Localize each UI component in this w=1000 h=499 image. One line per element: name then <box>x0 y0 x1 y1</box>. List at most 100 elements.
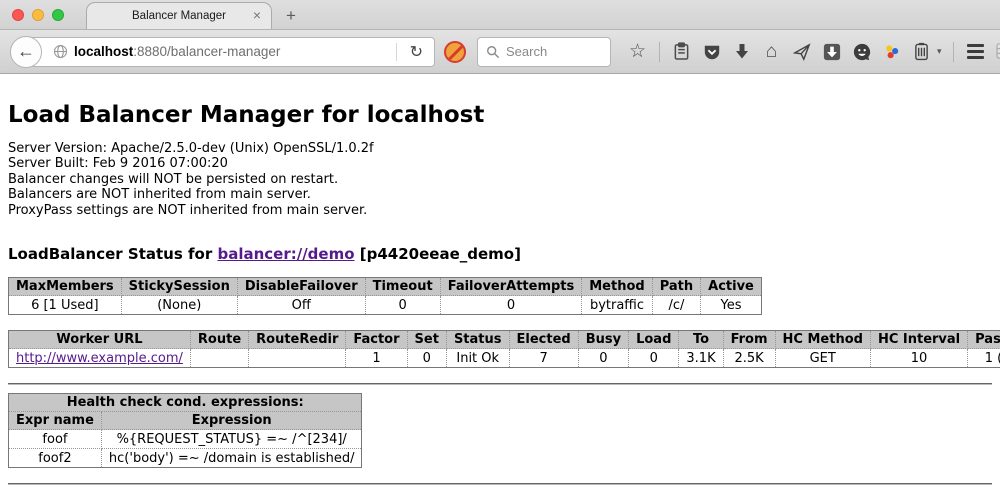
col-worker-url: Worker URL <box>9 331 191 349</box>
site-identity-globe-icon[interactable] <box>53 44 68 59</box>
new-tab-button[interactable]: + <box>286 6 296 26</box>
col-path: Path <box>652 278 700 296</box>
video-download-icon[interactable] <box>821 41 842 63</box>
url-bar[interactable]: localhost:8880/balancer-manager ↻ <box>26 37 435 67</box>
search-icon <box>486 45 500 59</box>
col-hc-method: HC Method <box>775 331 870 349</box>
col-set: Set <box>407 331 446 349</box>
col-status: Status <box>446 331 509 349</box>
bookmark-star-icon[interactable]: ☆ <box>627 41 648 63</box>
maximize-window-button[interactable] <box>52 9 64 21</box>
url-domain: localhost <box>74 44 133 59</box>
status-prefix: LoadBalancer Status for <box>8 245 217 263</box>
col-to: To <box>679 331 723 349</box>
page-content: Load Balancer Manager for localhost Serv… <box>0 74 1000 499</box>
col-routeredir: RouteRedir <box>249 331 346 349</box>
pocket-icon[interactable] <box>701 41 722 63</box>
cell-status: Init Ok <box>446 349 509 368</box>
send-plane-icon[interactable] <box>791 41 812 63</box>
persist-notice-line: Balancer changes will NOT be persisted o… <box>8 172 992 187</box>
chat-smiley-icon[interactable] <box>851 41 872 63</box>
health-check-table: Health check cond. expressions: Expr nam… <box>8 393 362 468</box>
downloads-icon[interactable] <box>731 41 752 63</box>
cell-busy: 0 <box>578 349 628 368</box>
table-row: http://www.example.com/ 1 0 Init Ok 7 0 … <box>9 349 1000 368</box>
col-hc-interval: HC Interval <box>870 331 967 349</box>
table-header-row: MaxMembers StickySession DisableFailover… <box>9 278 762 296</box>
url-text[interactable]: localhost:8880/balancer-manager <box>74 44 390 59</box>
balancer-demo-link[interactable]: balancer://demo <box>217 245 354 263</box>
search-placeholder: Search <box>506 44 547 59</box>
table-header-row: Expr name Expression <box>9 412 362 430</box>
cell-failoverattempts: 0 <box>440 296 582 315</box>
tab-groups-icon[interactable] <box>995 41 1000 63</box>
server-built-line: Server Built: Feb 9 2016 07:00:20 <box>8 156 992 171</box>
bookmarks-clipboard-icon[interactable] <box>671 41 692 63</box>
reload-button[interactable]: ↻ <box>403 42 430 62</box>
toolbar-divider <box>953 42 954 62</box>
tab-title: Balancer Manager <box>132 10 226 22</box>
cell-from: 2.5K <box>723 349 775 368</box>
col-maxmembers: MaxMembers <box>9 278 122 296</box>
back-arrow-icon: ← <box>17 41 35 62</box>
col-route: Route <box>190 331 248 349</box>
table-header-row: Worker URL Route RouteRedir Factor Set S… <box>9 331 1000 349</box>
table-row: foof %{REQUEST_STATUS} =~ /^[234]/ <box>9 430 362 449</box>
plugin-blocked-icon[interactable] <box>444 41 466 63</box>
worker-url-link[interactable]: http://www.example.com/ <box>16 351 183 366</box>
server-version-line: Server Version: Apache/2.5.0-dev (Unix) … <box>8 141 992 156</box>
col-active: Active <box>701 278 762 296</box>
menu-icon[interactable] <box>965 41 986 63</box>
cell-maxmembers: 6 [1 Used] <box>9 296 122 315</box>
url-path: :8880/balancer-manager <box>133 44 280 59</box>
col-factor: Factor <box>346 331 407 349</box>
cell-path: /c/ <box>652 296 700 315</box>
section-divider <box>8 383 992 385</box>
cell-load: 0 <box>629 349 679 368</box>
cell-timeout: 0 <box>365 296 440 315</box>
window-titlebar: Balancer Manager × + <box>0 0 1000 30</box>
colored-dots-extension-icon[interactable] <box>881 41 902 63</box>
cell-route <box>190 349 248 368</box>
cell-hc-interval: 10 <box>870 349 967 368</box>
cell-expr-name: foof <box>9 430 102 449</box>
cell-routeredir <box>249 349 346 368</box>
urlbar-divider <box>396 43 397 61</box>
close-window-button[interactable] <box>12 9 24 21</box>
minimize-window-button[interactable] <box>32 9 44 21</box>
chevron-down-icon[interactable]: ▾ <box>937 46 942 57</box>
balancer-summary-table: MaxMembers StickySession DisableFailover… <box>8 277 762 315</box>
cell-set: 0 <box>407 349 446 368</box>
cell-to: 3.1K <box>679 349 723 368</box>
table-row: 6 [1 Used] (None) Off 0 0 bytraffic /c/ … <box>9 296 762 315</box>
tab-balancer-manager[interactable]: Balancer Manager × <box>86 2 272 29</box>
health-table-title: Health check cond. expressions: <box>9 394 362 412</box>
loadbalancer-status-heading: LoadBalancer Status for balancer://demo … <box>8 245 992 263</box>
col-timeout: Timeout <box>365 278 440 296</box>
navigation-toolbar: ← localhost:8880/balancer-manager ↻ Sear… <box>0 30 1000 74</box>
home-icon[interactable]: ⌂ <box>761 41 782 63</box>
status-suffix: [p4420eeae_demo] <box>355 245 521 263</box>
col-expr-name: Expr name <box>9 412 102 430</box>
back-button[interactable]: ← <box>10 36 42 68</box>
page-bottom-divider <box>8 483 992 485</box>
tab-close-icon[interactable]: × <box>253 7 261 23</box>
cell-worker-url: http://www.example.com/ <box>9 349 191 368</box>
health-table-title-row: Health check cond. expressions: <box>9 394 362 412</box>
col-from: From <box>723 331 775 349</box>
cell-factor: 1 <box>346 349 407 368</box>
container-extension-icon[interactable] <box>911 41 932 63</box>
cell-expression: %{REQUEST_STATUS} =~ /^[234]/ <box>101 430 362 449</box>
col-elected: Elected <box>509 331 578 349</box>
col-method: Method <box>582 278 652 296</box>
cell-stickysession: (None) <box>121 296 237 315</box>
cell-elected: 7 <box>509 349 578 368</box>
col-load: Load <box>629 331 679 349</box>
cell-method: bytraffic <box>582 296 652 315</box>
search-input[interactable]: Search <box>477 37 611 67</box>
worker-table: Worker URL Route RouteRedir Factor Set S… <box>8 330 1000 368</box>
col-passes: Passes <box>968 331 1000 349</box>
cell-expression: hc('body') =~ /domain is established/ <box>101 449 362 468</box>
col-stickysession: StickySession <box>121 278 237 296</box>
col-expression: Expression <box>101 412 362 430</box>
